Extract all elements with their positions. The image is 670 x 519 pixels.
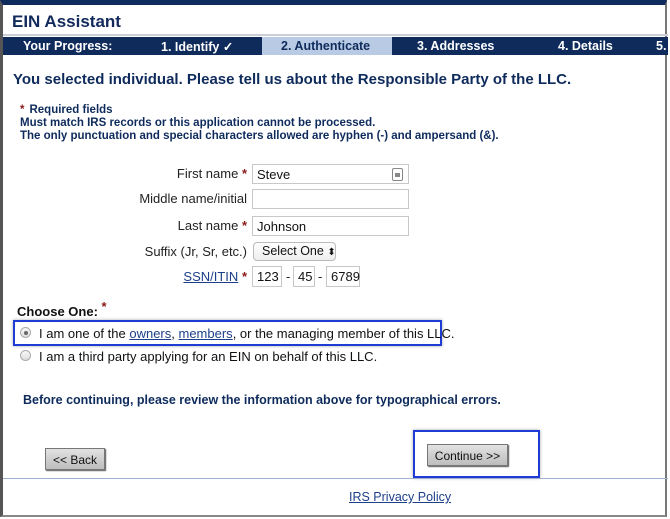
members-link[interactable]: members (179, 326, 233, 341)
middle-name-row: Middle name/initial (0, 189, 670, 211)
option1-text-post: , or the managing member of this LLC. (232, 326, 455, 341)
first-name-value: Steve (257, 167, 291, 182)
page-heading: You selected individual. Please tell us … (13, 71, 572, 88)
option1-text-pre: I am one of the (39, 326, 130, 341)
option1-text-mid: , (171, 326, 179, 341)
irs-match-note: Must match IRS records or this applicati… (20, 117, 376, 129)
required-star: * (241, 269, 247, 284)
middle-name-input[interactable] (252, 189, 409, 209)
progress-label: Your Progress: (23, 39, 113, 53)
suffix-label: Suffix (Jr, Sr, etc.) (144, 244, 247, 259)
first-name-row: First name * Steve (0, 164, 670, 186)
progress-bar: Your Progress: 1. Identify ✓ 2. Authenti… (3, 37, 668, 55)
ssn-separator: - (286, 269, 291, 284)
owners-link[interactable]: owners (129, 326, 171, 341)
ssn-part3-input[interactable]: 6789 (326, 266, 360, 287)
title-divider (3, 34, 668, 36)
last-name-label: Last name (177, 218, 239, 233)
middle-name-label: Middle name/initial (139, 191, 247, 206)
option-owner-member-label[interactable]: I am one of the owners, members, or the … (39, 326, 455, 341)
choose-one-label: Choose One: * (17, 299, 107, 319)
ssn-part2-input[interactable]: 45 (293, 266, 315, 287)
select-arrows-icon: ⬍ (327, 247, 336, 258)
last-name-input[interactable]: Johnson (252, 216, 409, 236)
footer-divider (3, 478, 668, 479)
radio-owner-member[interactable] (20, 327, 31, 338)
continue-button[interactable]: Continue >> (427, 444, 508, 466)
app-title: EIN Assistant (12, 12, 121, 31)
suffix-row: Suffix (Jr, Sr, etc.) Select One ⬍ (0, 242, 670, 264)
ssn-row: SSN/ITIN * 123 - 45 - 6789 (0, 266, 670, 288)
punctuation-note: The only punctuation and special charact… (20, 130, 499, 142)
choose-one-text: Choose One: (17, 304, 98, 319)
ssn-part1-input[interactable]: 123 (252, 266, 282, 287)
first-name-label: First name (176, 166, 239, 181)
radio-third-party[interactable] (20, 350, 31, 361)
first-name-input[interactable]: Steve (252, 164, 409, 184)
progress-step-authenticate: 2. Authenticate (262, 37, 392, 55)
suffix-selected-value: Select One (262, 244, 324, 258)
option-third-party-label[interactable]: I am a third party applying for an EIN o… (39, 349, 377, 364)
back-button[interactable]: << Back (45, 448, 105, 470)
required-star: * (20, 104, 25, 116)
progress-step-details: 4. Details (558, 39, 613, 53)
irs-privacy-policy-link[interactable]: IRS Privacy Policy (349, 490, 451, 504)
progress-step-authenticate-label: 2. Authenticate (281, 39, 371, 53)
ssn-separator: - (318, 269, 323, 284)
autofill-contact-icon[interactable] (392, 168, 403, 181)
ssn-itin-link[interactable]: SSN/ITIN (183, 269, 238, 284)
required-star: * (241, 218, 247, 233)
last-name-row: Last name * Johnson (0, 216, 670, 238)
progress-step-5: 5. (656, 39, 667, 53)
form-notes: * Required fields Must match IRS records … (20, 104, 499, 143)
required-fields-note: Required fields (29, 104, 113, 116)
progress-step-identify: 1. Identify ✓ (161, 40, 234, 54)
suffix-select[interactable]: Select One ⬍ (253, 242, 336, 261)
required-star: * (101, 299, 107, 314)
required-star: * (241, 166, 247, 181)
progress-step-addresses: 3. Addresses (417, 39, 495, 53)
review-notice: Before continuing, please review the inf… (23, 393, 501, 407)
